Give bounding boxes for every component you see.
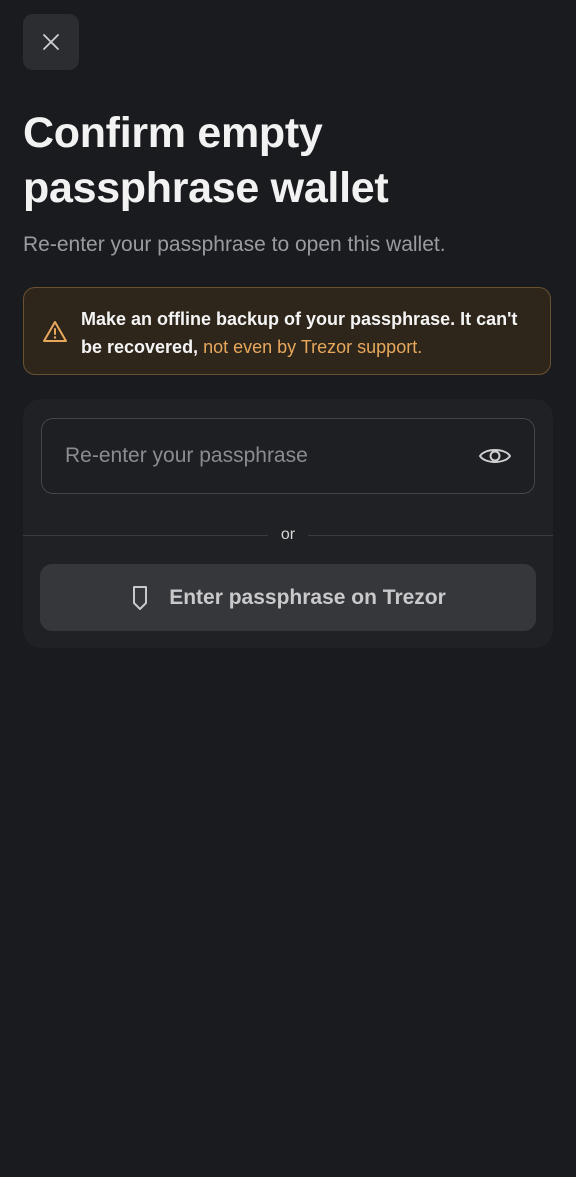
warning-text: Make an offline backup of your passphras… — [81, 305, 541, 361]
divider-left — [23, 535, 268, 536]
trezor-device-icon — [130, 585, 152, 611]
passphrase-input[interactable] — [42, 419, 462, 493]
enter-on-device-button[interactable]: Enter passphrase on Trezor — [40, 564, 536, 631]
passphrase-field — [41, 418, 535, 494]
page-title: Confirm empty passphrase wallet — [23, 109, 389, 212]
enter-on-device-label: Enter passphrase on Trezor — [169, 585, 446, 609]
warning-banner: Make an offline backup of your passphras… — [23, 287, 551, 375]
close-icon — [43, 34, 59, 50]
close-button[interactable] — [23, 14, 79, 70]
eye-icon — [479, 449, 511, 463]
page-subtitle: Re-enter your passphrase to open this wa… — [23, 233, 446, 256]
warning-triangle-icon — [43, 321, 67, 342]
divider-right — [308, 535, 553, 536]
divider-or-text: or — [280, 526, 296, 543]
toggle-visibility-button[interactable] — [478, 441, 512, 471]
passphrase-card: or Enter passphrase on Trezor — [23, 399, 553, 648]
warning-support-text: not even by Trezor support. — [203, 337, 423, 357]
